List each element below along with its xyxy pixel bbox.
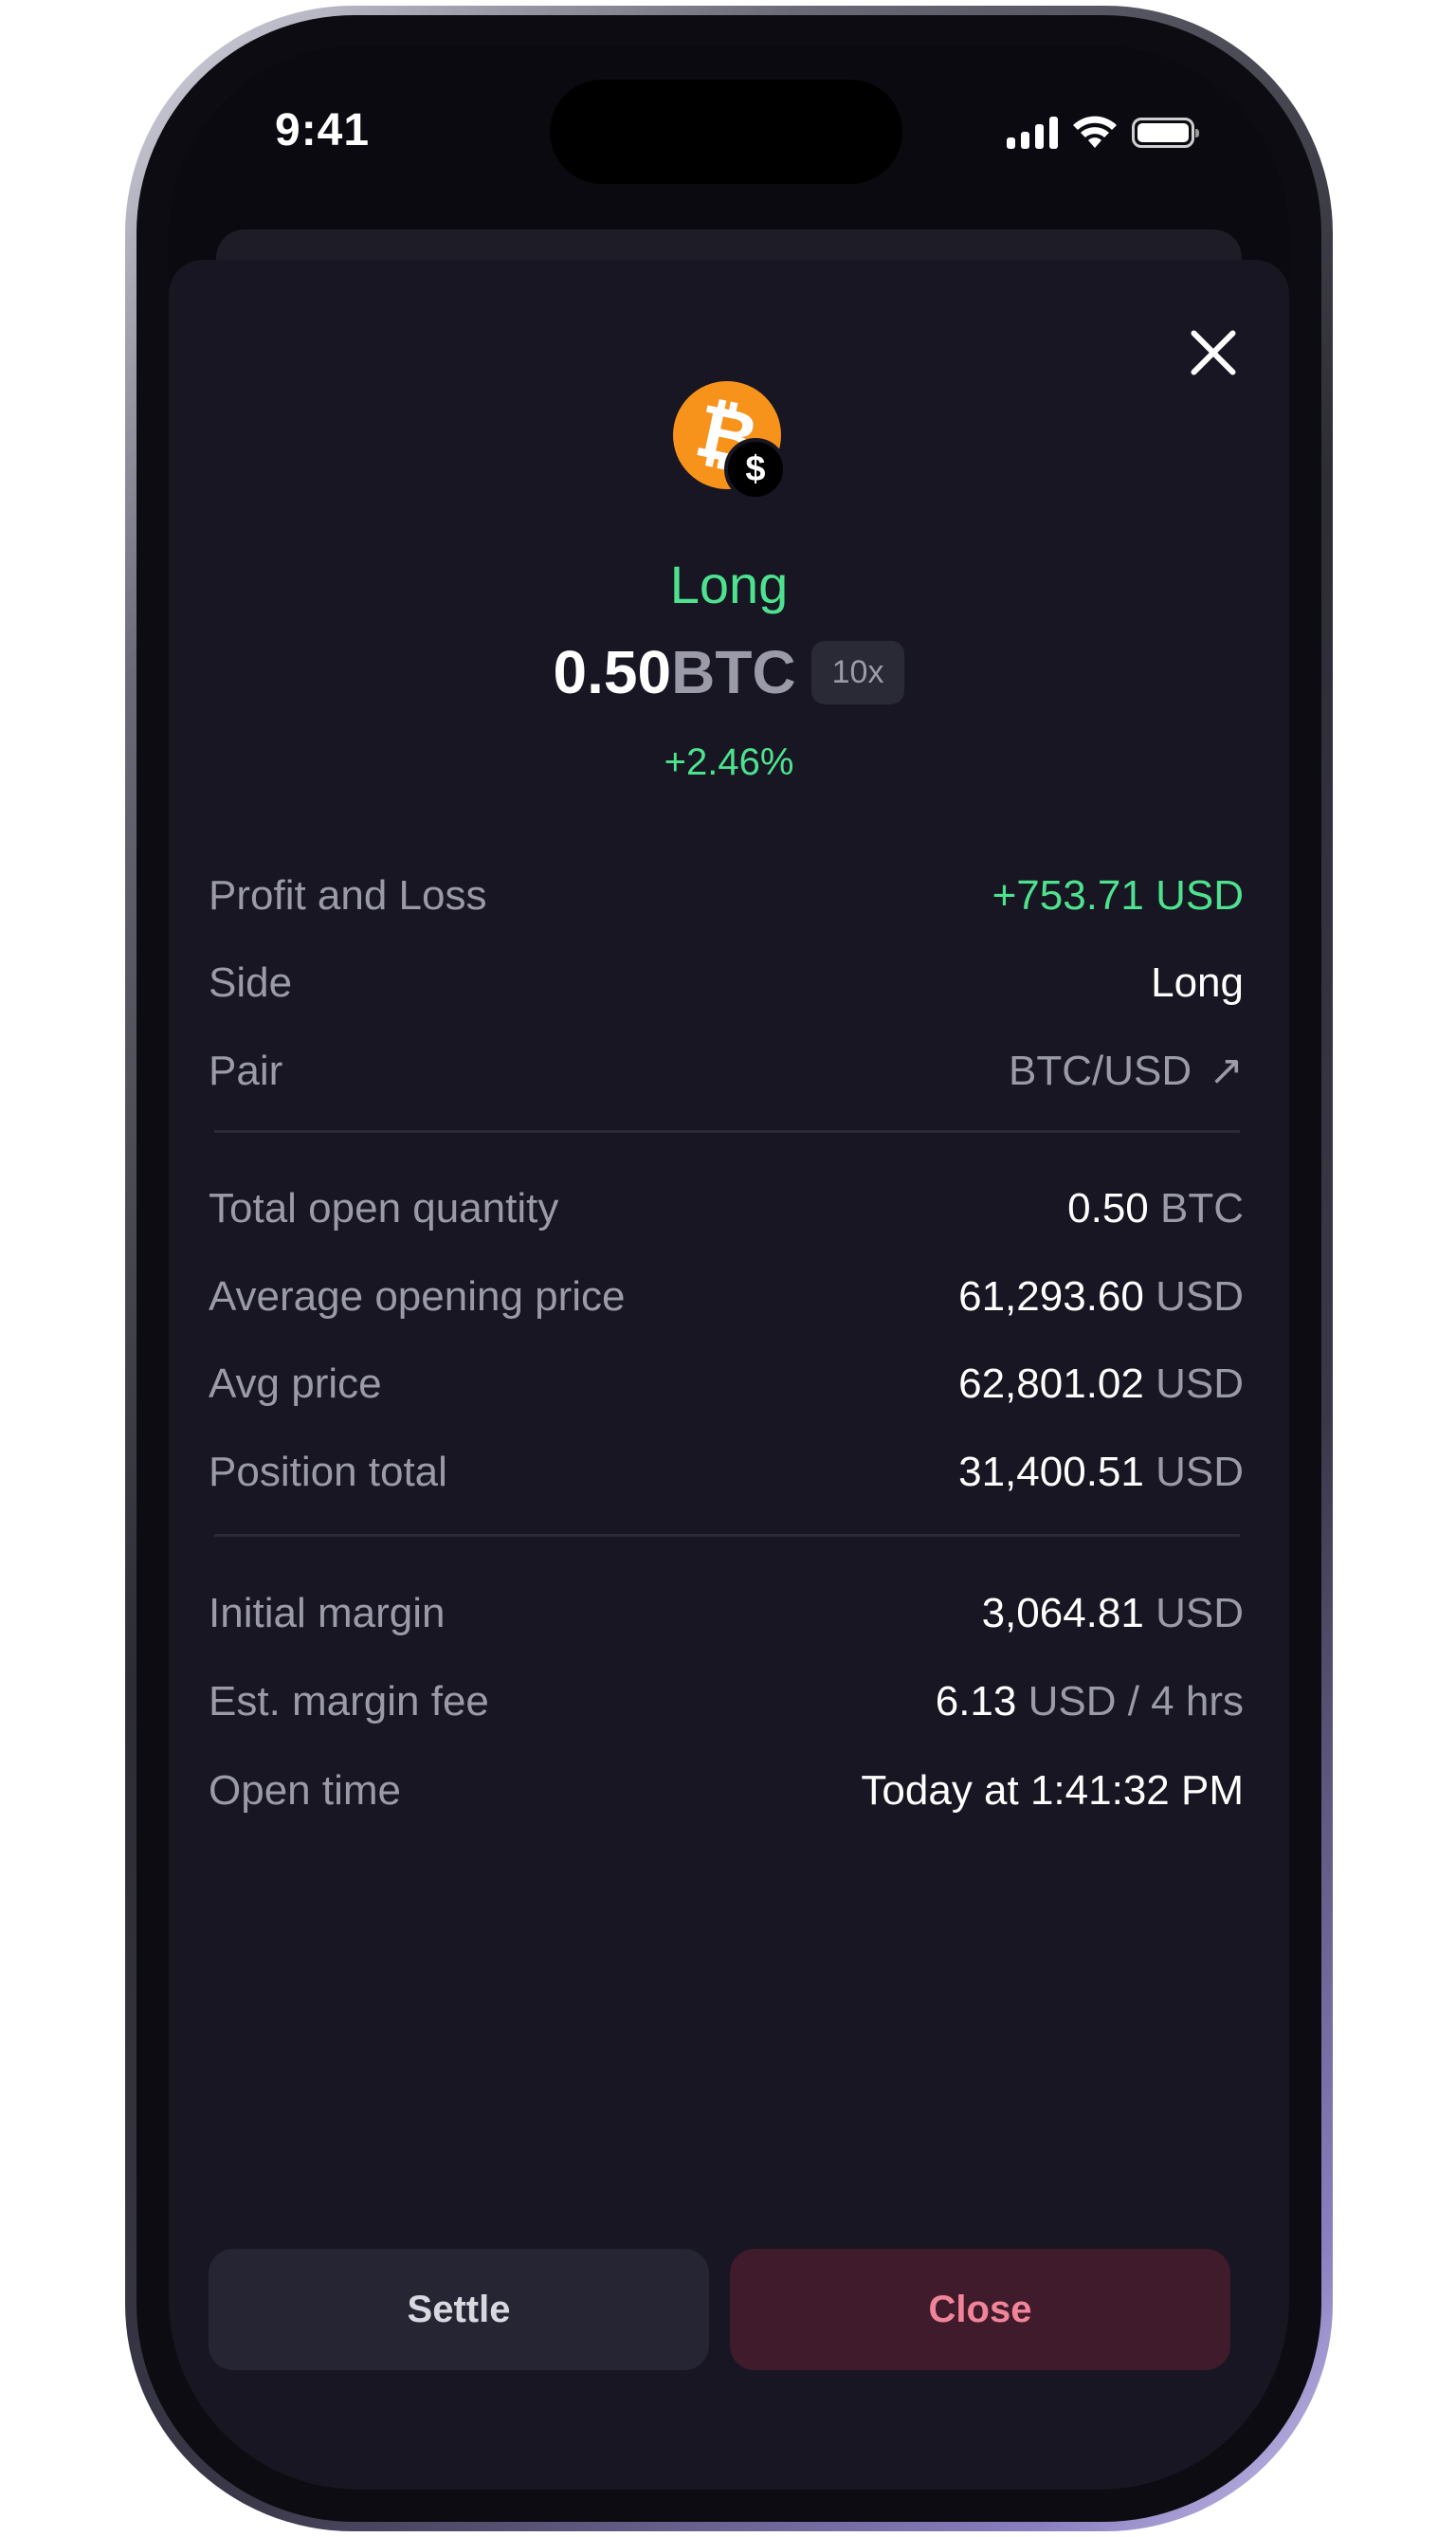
avg-price-value-group: 62,801.02 USD bbox=[958, 1360, 1244, 1408]
position-total-unit: USD bbox=[1156, 1449, 1244, 1495]
total-qty-value: 0.50 bbox=[1067, 1185, 1149, 1232]
avg-price-unit: USD bbox=[1156, 1360, 1244, 1407]
margin-fee-label: Est. margin fee bbox=[209, 1678, 489, 1725]
initial-margin-unit: USD bbox=[1156, 1590, 1244, 1636]
pnl-row: Profit and Loss +753.71 USD bbox=[209, 872, 1244, 920]
avg-open-price-row: Average opening price 61,293.60 USD bbox=[209, 1273, 1244, 1321]
pair-label: Pair bbox=[209, 1047, 283, 1094]
position-amount: 0.50 bbox=[553, 638, 672, 706]
position-detail-sheet: ₿ $ Long 0.50 BTC 10x +2.46% Profit and … bbox=[169, 260, 1289, 2490]
initial-margin-value: 3,064.81 bbox=[981, 1590, 1144, 1636]
pair-link[interactable]: BTC/USD ↗ bbox=[1009, 1047, 1244, 1095]
position-total-value: 31,400.51 bbox=[958, 1449, 1144, 1495]
close-icon[interactable] bbox=[1187, 326, 1240, 379]
avg-open-price-value: 61,293.60 bbox=[958, 1273, 1144, 1320]
divider bbox=[214, 1534, 1240, 1537]
margin-fee-row: Est. margin fee 6.13 USD / 4 hrs bbox=[209, 1678, 1244, 1725]
margin-fee-value-group: 6.13 USD / 4 hrs bbox=[936, 1678, 1244, 1725]
initial-margin-row: Initial margin 3,064.81 USD bbox=[209, 1590, 1244, 1637]
avg-open-price-unit: USD bbox=[1156, 1273, 1244, 1320]
side-row: Side Long bbox=[209, 959, 1244, 1007]
pnl-value: +753.71 USD bbox=[992, 872, 1244, 919]
open-time-row: Open time Today at 1:41:32 PM bbox=[209, 1767, 1244, 1815]
wifi-icon bbox=[1073, 116, 1117, 148]
avg-open-price-label: Average opening price bbox=[209, 1273, 626, 1320]
avg-price-row: Avg price 62,801.02 USD bbox=[209, 1360, 1244, 1408]
divider bbox=[214, 1130, 1240, 1133]
side-value: Long bbox=[1151, 959, 1244, 1006]
status-icons bbox=[1007, 114, 1199, 152]
margin-fee-value: 6.13 bbox=[935, 1678, 1017, 1725]
open-time-value: Today at 1:41:32 PM bbox=[861, 1767, 1244, 1814]
pnl-label: Profit and Loss bbox=[209, 872, 487, 919]
initial-margin-label: Initial margin bbox=[209, 1590, 446, 1636]
position-total-value-group: 31,400.51 USD bbox=[958, 1449, 1244, 1496]
total-qty-value-group: 0.50 BTC bbox=[1067, 1185, 1244, 1232]
pair-row[interactable]: Pair BTC/USD ↗ bbox=[209, 1047, 1244, 1095]
side-label: Side bbox=[209, 959, 293, 1006]
phone-screen: 9:41 ₿ $ Long 0.50 BTC 10x +2.46% Profit… bbox=[169, 46, 1289, 2490]
avg-open-price-value-group: 61,293.60 USD bbox=[958, 1273, 1244, 1321]
margin-fee-unit: USD / 4 hrs bbox=[1028, 1678, 1244, 1725]
initial-margin-value-group: 3,064.81 USD bbox=[982, 1590, 1244, 1637]
total-qty-unit: BTC bbox=[1160, 1185, 1244, 1232]
position-unit: BTC bbox=[671, 638, 796, 706]
battery-icon bbox=[1132, 118, 1199, 148]
settle-button[interactable]: Settle bbox=[209, 2249, 709, 2370]
dollar-icon: $ bbox=[724, 438, 787, 501]
total-qty-row: Total open quantity 0.50 BTC bbox=[209, 1185, 1244, 1232]
position-change: +2.46% bbox=[664, 741, 794, 783]
open-time-label: Open time bbox=[209, 1767, 401, 1814]
signal-icon bbox=[1007, 117, 1058, 149]
pair-value: BTC/USD bbox=[1009, 1048, 1192, 1094]
external-link-icon: ↗ bbox=[1209, 1048, 1244, 1094]
total-qty-label: Total open quantity bbox=[209, 1185, 559, 1232]
position-total-row: Position total 31,400.51 USD bbox=[209, 1449, 1244, 1496]
avg-price-value: 62,801.02 bbox=[958, 1360, 1144, 1407]
leverage-badge: 10x bbox=[810, 640, 905, 704]
position-side-title: Long bbox=[669, 555, 789, 614]
close-position-button[interactable]: Close bbox=[730, 2249, 1230, 2370]
status-time: 9:41 bbox=[275, 105, 371, 155]
position-amount-row: 0.50 BTC 10x bbox=[169, 637, 1289, 707]
dynamic-island bbox=[550, 80, 902, 184]
avg-price-label: Avg price bbox=[209, 1360, 382, 1407]
position-total-label: Position total bbox=[209, 1449, 447, 1495]
